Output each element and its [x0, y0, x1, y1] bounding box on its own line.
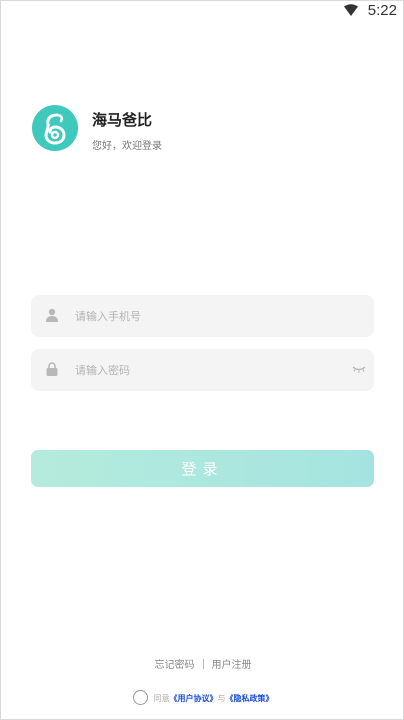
user-icon: [46, 308, 58, 322]
lock-icon: [46, 362, 58, 376]
phone-input[interactable]: [75, 295, 335, 337]
forgot-password-link[interactable]: 忘记密码: [155, 660, 195, 671]
privacy-policy-link[interactable]: 《隐私政策》: [226, 694, 274, 703]
eye-closed-icon[interactable]: [352, 364, 366, 374]
app-logo: [32, 105, 78, 151]
app-screen: 5:22 海马爸比 您好，欢迎登录 登录 忘记密码 用户注册: [0, 0, 404, 720]
link-divider: [202, 659, 204, 669]
phone-field[interactable]: [31, 295, 374, 337]
welcome-text: 您好，欢迎登录: [92, 141, 162, 152]
status-bar: 5:22: [1, 1, 404, 23]
user-agreement-link[interactable]: 《用户协议》: [170, 694, 218, 703]
login-button[interactable]: 登录: [31, 450, 374, 487]
agree-conjunction: 与: [217, 694, 226, 703]
wifi-icon: [344, 4, 358, 16]
status-time: 5:22: [367, 2, 397, 19]
agree-prefix: 同意: [153, 694, 170, 703]
app-name: 海马爸比: [92, 111, 153, 129]
seahorse-logo-icon: [44, 113, 66, 145]
agreement-row: 同意《用户协议》与《隐私政策》: [1, 690, 404, 705]
agree-radio[interactable]: [132, 690, 148, 705]
account-links: 忘记密码 用户注册: [1, 656, 404, 671]
password-field[interactable]: [31, 349, 374, 391]
password-input[interactable]: [75, 349, 335, 391]
register-link[interactable]: 用户注册: [212, 660, 252, 671]
